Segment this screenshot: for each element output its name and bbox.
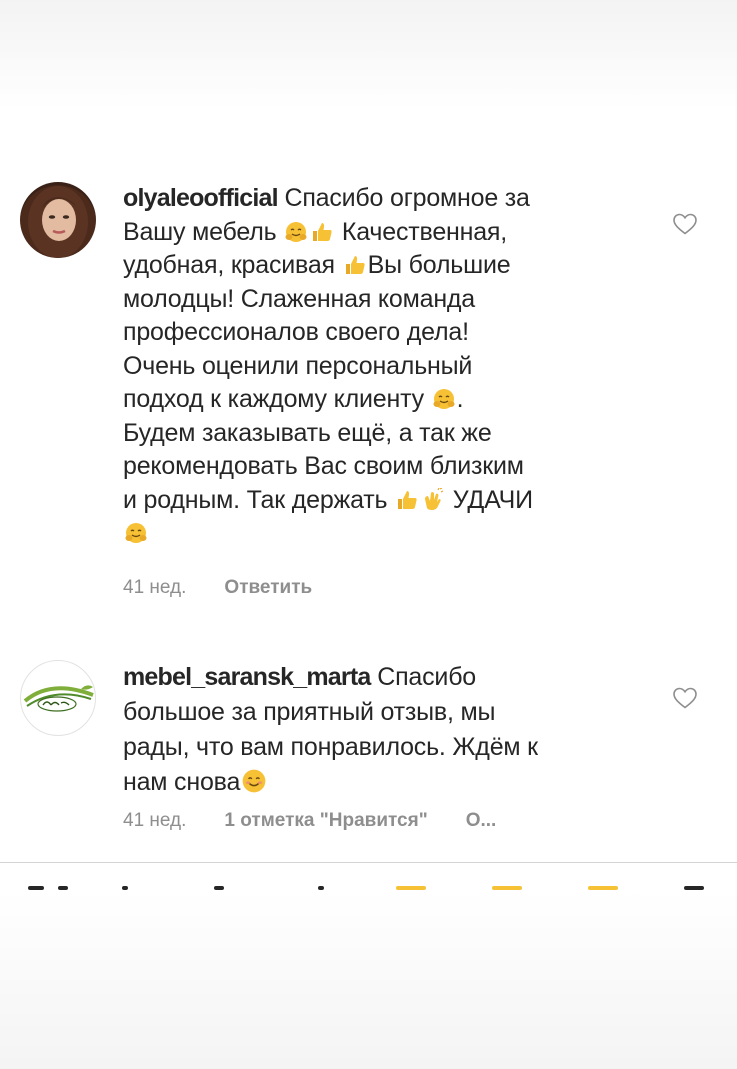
comment-line: и родным. Так держать: [123, 485, 395, 514]
comment-meta: 41 нед. Ответить: [123, 577, 350, 599]
comment-line: Качественная,: [335, 217, 508, 246]
comment-line: Спасибо: [370, 663, 477, 691]
reply-button[interactable]: Ответить: [224, 577, 312, 599]
hugging-face-emoji-icon: [125, 523, 147, 543]
comment-meta: 41 нед. 1 отметка "Нравится" О...: [123, 810, 534, 832]
comment-line: Вашу мебель: [123, 217, 284, 246]
timestamp: 41 нед.: [123, 577, 187, 598]
comment-line: нам снова: [123, 768, 241, 796]
cut-off-text-row: [0, 886, 737, 896]
comment-text: mebel_saransk_marta Спасибо большое за п…: [123, 660, 653, 800]
comment-line: УДАЧИ: [446, 485, 533, 514]
top-background: [0, 0, 737, 110]
avatar[interactable]: [20, 660, 96, 736]
likes-count[interactable]: 1 отметка "Нравится": [224, 810, 427, 832]
username[interactable]: olyaleoofficial: [123, 184, 279, 212]
heart-outline-icon[interactable]: [672, 212, 698, 236]
thumbs-up-emoji-icon: [398, 490, 417, 509]
clapping-hands-emoji-icon: [425, 487, 444, 510]
thumbs-up-emoji-icon: [345, 256, 365, 274]
username[interactable]: mebel_saransk_marta: [123, 663, 371, 691]
comment-line: Спасибо огромное за: [277, 184, 530, 212]
comment-line: рады, что вам понравилось. Ждём к: [123, 733, 538, 761]
comment-line: Вы большие: [367, 251, 511, 279]
comment-line: Очень оценили персональный: [123, 351, 473, 380]
divider: [0, 862, 737, 863]
comment-line: Будем заказывать ещё, а так же: [123, 418, 492, 447]
hugging-face-emoji-icon: [433, 389, 455, 409]
comment-line: молодцы! Слаженная команда: [123, 284, 476, 313]
hugging-face-emoji-icon: [285, 221, 307, 242]
timestamp: 41 нед.: [123, 810, 187, 831]
comment-line: большое за приятный отзыв, мы: [123, 698, 496, 726]
comment-line: подход к каждому клиенту: [123, 385, 431, 413]
comment-line: профессионалов своего дела!: [123, 318, 469, 346]
more-button[interactable]: О...: [466, 810, 497, 832]
comment-text: olyaleoofficial Спасибо огромное за Вашу…: [123, 182, 653, 551]
avatar[interactable]: [20, 182, 96, 258]
comment-line: удобная, красивая: [123, 251, 342, 279]
bottom-background: [0, 889, 737, 1069]
comment-line: .: [456, 385, 464, 413]
smiling-face-emoji-icon: [242, 769, 266, 793]
thumbs-up-emoji-icon: [313, 222, 332, 241]
comment-line: рекомендовать Вас своим близким: [123, 452, 524, 480]
heart-outline-icon[interactable]: [672, 686, 698, 710]
